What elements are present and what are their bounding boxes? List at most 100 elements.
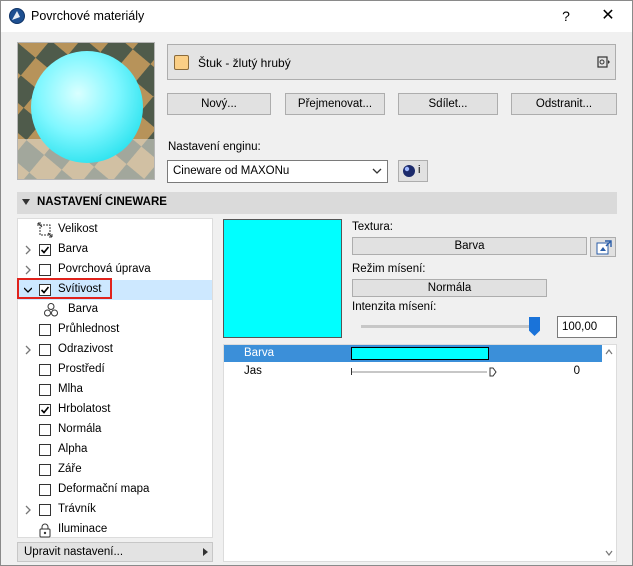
channel-property-list: Barva Jas 0 xyxy=(223,344,617,562)
tree-checkbox[interactable] xyxy=(39,344,51,356)
tree-checkbox[interactable] xyxy=(39,324,51,336)
tree-item-label: Alpha xyxy=(58,443,88,455)
edit-settings-label: Upravit nastavení... xyxy=(24,546,124,558)
material-selector[interactable]: Štuk - žlutý hrubý xyxy=(167,44,616,80)
chevron-right-icon[interactable] xyxy=(24,345,32,355)
color-channel-icon xyxy=(44,303,58,317)
scroll-up-icon[interactable] xyxy=(605,349,613,355)
brightness-slider-track[interactable] xyxy=(351,371,487,373)
property-row-color[interactable]: Barva xyxy=(224,345,602,362)
engine-dropdown-value: Cineware od MAXONu xyxy=(173,165,290,177)
tree-checkbox[interactable] xyxy=(39,444,51,456)
preview-render xyxy=(18,43,154,179)
property-name: Barva xyxy=(244,347,275,359)
delete-button[interactable]: Odstranit... xyxy=(511,93,617,115)
blend-intensity-slider-track[interactable] xyxy=(361,325,537,328)
brightness-slider-start xyxy=(351,368,352,375)
tree-checkbox[interactable] xyxy=(39,484,51,496)
tree-item-12[interactable]: Záře xyxy=(18,460,212,480)
tree-item-6[interactable]: Odrazivost xyxy=(18,340,212,360)
window-title: Povrchové materiály xyxy=(31,9,145,23)
brightness-slider-thumb-icon[interactable] xyxy=(489,367,497,377)
edit-settings-button[interactable]: Upravit nastavení... xyxy=(17,542,213,562)
tree-item-13[interactable]: Deformační mapa xyxy=(18,480,212,500)
property-color-swatch[interactable] xyxy=(351,347,489,360)
tree-item-0[interactable]: Velikost xyxy=(18,220,212,240)
scroll-down-icon[interactable] xyxy=(605,550,613,556)
texture-label: Textura: xyxy=(352,221,393,233)
tree-checkbox[interactable] xyxy=(39,244,51,256)
material-browser-icon[interactable] xyxy=(597,55,611,69)
rename-button[interactable]: Přejmenovat... xyxy=(285,93,385,115)
channel-color-preview[interactable] xyxy=(223,219,342,338)
tree-item-label: Záře xyxy=(58,463,82,475)
close-button[interactable]: ✕ xyxy=(593,5,623,27)
tree-checkbox[interactable] xyxy=(39,404,51,416)
material-swatch xyxy=(174,55,189,70)
checkmark-icon xyxy=(40,246,50,254)
blend-mode-label: Režim mísení: xyxy=(352,263,426,275)
property-list-scrollbar[interactable] xyxy=(602,345,616,561)
chevron-down-icon xyxy=(372,168,382,174)
tree-item-label: Deformační mapa xyxy=(58,483,150,495)
tree-item-10[interactable]: Normála xyxy=(18,420,212,440)
tree-item-11[interactable]: Alpha xyxy=(18,440,212,460)
blend-intensity-input[interactable]: 100,00 xyxy=(557,316,617,338)
tree-item-14[interactable]: Trávník xyxy=(18,500,212,520)
tree-item-9[interactable]: Hrbolatost xyxy=(18,400,212,420)
tree-item-15[interactable]: Iluminace xyxy=(18,520,212,540)
texture-button[interactable]: Barva xyxy=(352,237,587,255)
tree-checkbox[interactable] xyxy=(39,504,51,516)
surface-materials-dialog: Povrchové materiály ? ✕ Štuk - žlutý hru… xyxy=(0,0,633,566)
size-icon xyxy=(37,222,53,238)
tree-item-2[interactable]: Povrchová úprava xyxy=(18,260,212,280)
tree-item-3[interactable]: Svítivost xyxy=(18,280,212,300)
tree-item-1[interactable]: Barva xyxy=(18,240,212,260)
cineware-settings-header[interactable]: NASTAVENÍ CINEWARE xyxy=(17,192,617,214)
blend-intensity-slider-thumb[interactable] xyxy=(529,317,540,336)
chevron-down-icon[interactable] xyxy=(24,285,32,295)
title-bar: Povrchové materiály ? ✕ xyxy=(1,1,632,32)
tree-checkbox[interactable] xyxy=(39,424,51,436)
tree-item-8[interactable]: Mlha xyxy=(18,380,212,400)
tree-item-label: Iluminace xyxy=(58,523,108,535)
texture-browse-button[interactable] xyxy=(590,237,616,257)
tree-checkbox[interactable] xyxy=(39,464,51,476)
chevron-right-icon[interactable] xyxy=(24,265,32,275)
tree-checkbox[interactable] xyxy=(39,284,51,296)
engine-dropdown[interactable]: Cineware od MAXONu xyxy=(167,160,388,183)
tree-item-label: Průhlednost xyxy=(58,323,120,335)
checkmark-icon xyxy=(40,406,50,414)
tree-item-5[interactable]: Průhlednost xyxy=(18,320,212,340)
tree-item-label: Povrchová úprava xyxy=(58,263,151,275)
tree-item-label: Svítivost xyxy=(58,283,102,295)
tree-item-4[interactable]: Barva xyxy=(18,300,212,320)
new-button[interactable]: Nový... xyxy=(167,93,271,115)
tree-item-7[interactable]: Prostředí xyxy=(18,360,212,380)
tree-item-label: Odrazivost xyxy=(58,343,113,355)
arrow-right-icon xyxy=(203,548,208,556)
engine-info-button[interactable]: i xyxy=(398,160,428,182)
tree-item-label: Mlha xyxy=(58,383,83,395)
tree-item-label: Prostředí xyxy=(58,363,105,375)
chevron-right-icon[interactable] xyxy=(24,245,32,255)
chevron-right-icon[interactable] xyxy=(24,505,32,515)
channel-tree: Velikost Barva Povrchová úprava Svítivost Ba… xyxy=(17,218,213,538)
cinema4d-icon xyxy=(403,165,415,177)
tree-checkbox[interactable] xyxy=(39,364,51,376)
tree-checkbox[interactable] xyxy=(39,384,51,396)
blend-mode-button[interactable]: Normála xyxy=(352,279,547,297)
tree-checkbox[interactable] xyxy=(39,264,51,276)
property-name: Jas xyxy=(244,365,262,377)
archicad-app-icon xyxy=(9,8,25,24)
blend-intensity-label: Intenzita mísení: xyxy=(352,301,437,313)
share-button[interactable]: Sdílet... xyxy=(398,93,498,115)
blend-intensity-value: 100,00 xyxy=(562,321,598,333)
lock-icon xyxy=(39,523,51,538)
engine-settings-label: Nastavení enginu: xyxy=(168,141,261,153)
tree-item-label: Velikost xyxy=(58,223,98,235)
help-button[interactable]: ? xyxy=(554,5,578,27)
tree-item-label: Barva xyxy=(58,243,89,255)
property-row-brightness[interactable]: Jas 0 xyxy=(224,363,602,380)
section-title: NASTAVENÍ CINEWARE xyxy=(37,196,167,208)
